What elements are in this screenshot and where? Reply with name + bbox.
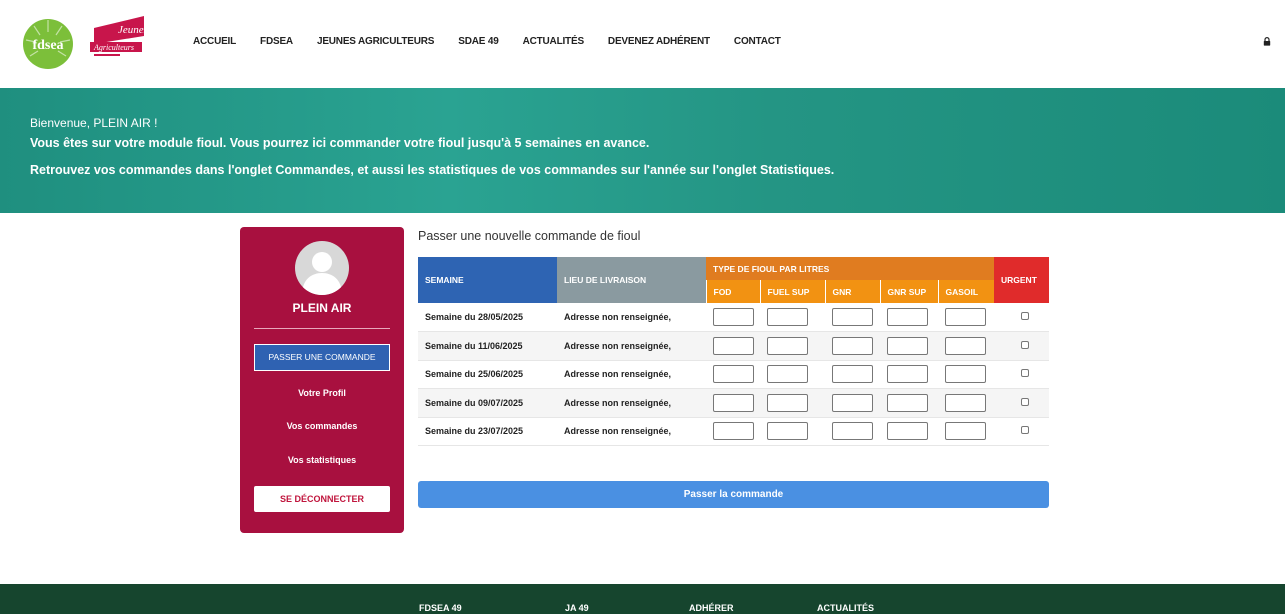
gnr-sup-input[interactable]: [887, 365, 928, 384]
lock-icon[interactable]: [1263, 37, 1271, 46]
row-lieu: Adresse non renseignée,: [557, 388, 706, 418]
gasoil-input[interactable]: [945, 336, 986, 355]
sidebar-link-statistiques[interactable]: Vos statistiques: [240, 455, 404, 465]
fuel-sup-input[interactable]: [767, 393, 808, 412]
gasoil-input[interactable]: [945, 422, 986, 441]
row-lieu: Adresse non renseignée,: [557, 417, 706, 446]
logout-button[interactable]: SE DÉCONNECTER: [254, 486, 390, 512]
table-row: Semaine du 09/07/2025 Adresse non rensei…: [418, 388, 1049, 418]
main-nav: ACCUEIL FDSEA JEUNES AGRICULTEURS SDAE 4…: [193, 36, 805, 47]
nav-jeunes-agriculteurs[interactable]: JEUNES AGRICULTEURS: [317, 36, 435, 47]
table-row: Semaine du 25/06/2025 Adresse non rensei…: [418, 360, 1049, 389]
passer-la-commande-button[interactable]: Passer la commande: [418, 481, 1049, 508]
gnr-sup-input[interactable]: [887, 336, 928, 355]
fod-input[interactable]: [713, 422, 754, 441]
header-gasoil: GASOIL: [937, 280, 994, 303]
gnr-input[interactable]: [832, 336, 873, 355]
gnr-sup-input[interactable]: [887, 308, 928, 326]
row-lieu: Adresse non renseignée,: [557, 331, 706, 361]
passer-une-commande-button[interactable]: PASSER UNE COMMANDE: [254, 344, 390, 371]
footer-link-adherer[interactable]: ADHÉRER: [689, 603, 734, 613]
fdsea-logo-text: fdsea: [32, 38, 63, 53]
row-semaine: Semaine du 11/06/2025: [418, 331, 557, 361]
gnr-input[interactable]: [832, 393, 873, 412]
sidebar-link-profil[interactable]: Votre Profil: [240, 388, 404, 398]
row-semaine: Semaine du 28/05/2025: [418, 303, 557, 332]
fod-input[interactable]: [713, 393, 754, 412]
footer-link-actualites[interactable]: ACTUALITÉS: [817, 603, 874, 613]
row-lieu: Adresse non renseignée,: [557, 360, 706, 389]
ja-logo-text-2: Agriculteurs: [93, 43, 134, 52]
gnr-input[interactable]: [832, 365, 873, 384]
header-lieu-livraison: LIEU DE LIVRAISON: [557, 257, 706, 303]
welcome-banner: Bienvenue, PLEIN AIR ! Vous êtes sur vot…: [0, 88, 1285, 213]
gasoil-input[interactable]: [945, 308, 986, 326]
gnr-input[interactable]: [832, 422, 873, 441]
urgent-checkbox[interactable]: [1021, 340, 1029, 349]
header-gnr-sup: GNR SUP: [879, 280, 938, 303]
user-name: PLEIN AIR: [292, 301, 352, 315]
nav-fdsea[interactable]: FDSEA: [260, 36, 293, 47]
nav-accueil[interactable]: ACCUEIL: [193, 36, 236, 47]
nav-sdae-49[interactable]: SDAE 49: [458, 36, 498, 47]
gnr-sup-input[interactable]: [887, 393, 928, 412]
ja-logo-text-1: Jeunes: [118, 24, 148, 36]
header-urgent: URGENT: [994, 257, 1049, 303]
table-row: Semaine du 28/05/2025 Adresse non rensei…: [418, 303, 1049, 332]
fod-input[interactable]: [713, 336, 754, 355]
fod-input[interactable]: [713, 308, 754, 326]
header-fuel-sup: FUEL SUP: [759, 280, 825, 303]
welcome-text: Bienvenue, PLEIN AIR !: [30, 116, 158, 130]
header-gnr: GNR: [824, 280, 880, 303]
fdsea-logo[interactable]: fdsea: [22, 18, 74, 70]
fuel-sup-input[interactable]: [767, 336, 808, 355]
header-semaine: SEMAINE: [418, 257, 557, 303]
gasoil-input[interactable]: [945, 393, 986, 412]
urgent-checkbox[interactable]: [1021, 426, 1029, 435]
row-lieu: Adresse non renseignée,: [557, 303, 706, 332]
row-semaine: Semaine du 25/06/2025: [418, 360, 557, 389]
fuel-sup-input[interactable]: [767, 365, 808, 384]
urgent-checkbox[interactable]: [1021, 397, 1029, 406]
nav-contact[interactable]: CONTACT: [734, 36, 781, 47]
site-footer: FDSEA 49 JA 49 ADHÉRER ACTUALITÉS: [0, 584, 1285, 614]
gasoil-input[interactable]: [945, 365, 986, 384]
header-type-fioul: TYPE DE FIOUL PAR LITRES: [706, 257, 994, 280]
order-table: SEMAINE LIEU DE LIVRAISON TYPE DE FIOUL …: [418, 257, 1049, 446]
footer-link-ja-49[interactable]: JA 49: [565, 603, 589, 613]
row-semaine: Semaine du 23/07/2025: [418, 417, 557, 446]
order-form-title: Passer une nouvelle commande de fioul: [418, 229, 641, 243]
user-avatar-icon: [302, 252, 342, 295]
urgent-checkbox[interactable]: [1021, 369, 1029, 378]
header-fod: FOD: [705, 280, 760, 303]
fuel-sup-input[interactable]: [767, 422, 808, 441]
gnr-input[interactable]: [832, 308, 873, 326]
user-sidebar: PLEIN AIR PASSER UNE COMMANDE Votre Prof…: [240, 227, 404, 533]
avatar: [295, 241, 349, 295]
nav-actualites[interactable]: ACTUALITÉS: [523, 36, 585, 47]
urgent-checkbox[interactable]: [1021, 312, 1029, 320]
jeunes-agriculteurs-logo[interactable]: Jeunes Agriculteurs: [86, 14, 148, 64]
nav-devenez-adherent[interactable]: DEVENEZ ADHÉRENT: [608, 36, 710, 47]
table-row: Semaine du 11/06/2025 Adresse non rensei…: [418, 331, 1049, 361]
banner-info-line-1: Vous êtes sur votre module fioul. Vous p…: [30, 136, 650, 150]
sidebar-link-commandes[interactable]: Vos commandes: [240, 421, 404, 431]
fod-input[interactable]: [713, 365, 754, 384]
gnr-sup-input[interactable]: [887, 422, 928, 441]
banner-info-line-2: Retrouvez vos commandes dans l'onglet Co…: [30, 163, 835, 177]
fuel-sup-input[interactable]: [767, 308, 808, 326]
row-semaine: Semaine du 09/07/2025: [418, 388, 557, 418]
footer-link-fdsea-49[interactable]: FDSEA 49: [419, 603, 462, 613]
site-header: fdsea Jeunes Agriculteurs ACCUEIL FDSEA …: [0, 0, 1285, 88]
sidebar-divider: [254, 328, 390, 329]
table-row: Semaine du 23/07/2025 Adresse non rensei…: [418, 417, 1049, 446]
